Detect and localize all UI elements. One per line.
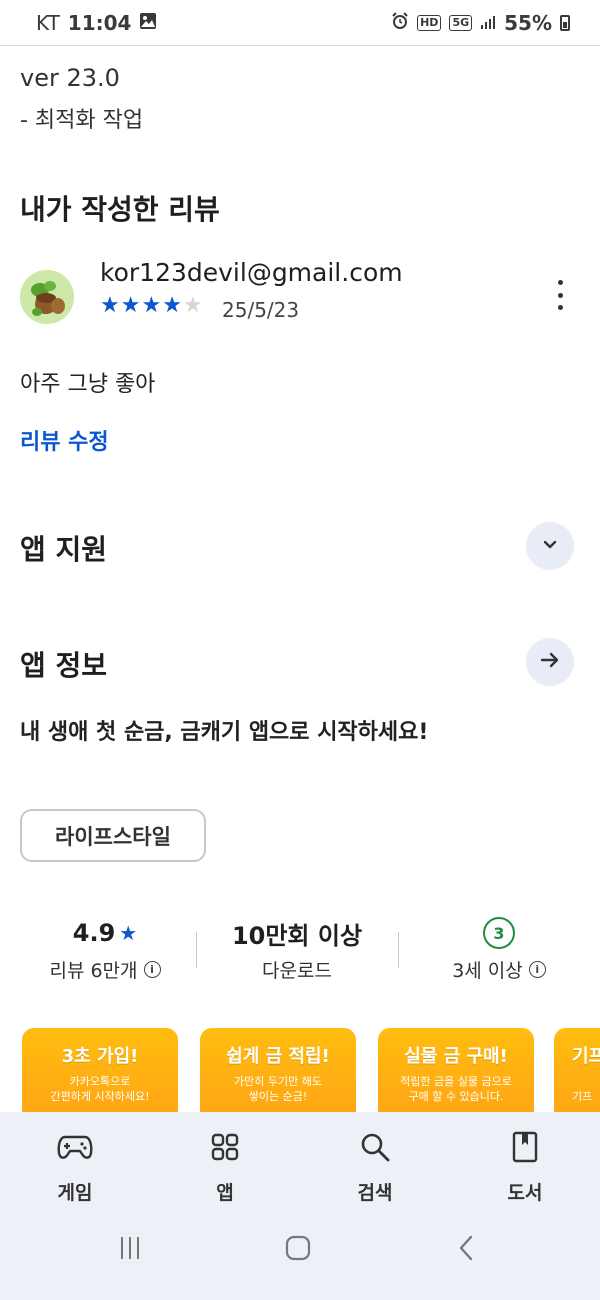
reviewer-email: kor123devil@gmail.com	[100, 258, 403, 287]
back-button[interactable]	[446, 1230, 486, 1270]
screenshot-caption: 간편하게 시작하세요!	[50, 1090, 150, 1103]
recent-apps-button[interactable]	[110, 1230, 150, 1270]
screenshot-caption: 적립한 금을 실물 금으로	[400, 1075, 512, 1088]
status-bar: KT 11:04 HD 5G 55%	[0, 0, 600, 46]
star-filled-icon: ★	[120, 293, 142, 318]
star-filled-icon: ★	[162, 293, 183, 318]
screenshot-caption: 카카오톡으로	[69, 1075, 131, 1088]
bottom-navigation: 게임 앱 검색 도서	[0, 1112, 600, 1300]
app-support-heading: 앱 지원	[20, 533, 108, 566]
arrow-right-icon	[539, 649, 561, 675]
5g-icon: 5G	[449, 14, 473, 31]
downloads-stat: 10만회 이상 다운로드	[202, 916, 392, 983]
battery-icon	[560, 14, 570, 31]
more-options-icon[interactable]	[546, 280, 574, 310]
book-icon	[511, 1131, 539, 1167]
age-rating-stat[interactable]: 3 3세 이상 i	[404, 916, 594, 983]
star-filled-icon: ★	[141, 293, 163, 318]
home-icon	[284, 1234, 312, 1266]
screenshot-caption: 쌓이는 순금!	[248, 1090, 308, 1103]
star-empty-icon: ★	[182, 293, 204, 318]
battery-percent: 55%	[504, 10, 552, 35]
home-button[interactable]	[278, 1230, 318, 1270]
my-review-heading: 내가 작성한 리뷰	[20, 193, 220, 226]
avatar[interactable]	[20, 270, 74, 324]
screenshot-caption: 기프	[572, 1090, 593, 1103]
downloads-value: 10만회 이상	[231, 921, 363, 950]
age-rating-label: 3세 이상	[452, 960, 523, 982]
nav-apps-label: 앱	[216, 1182, 234, 1204]
nav-search[interactable]: 검색	[320, 1130, 430, 1205]
back-chevron-icon	[456, 1234, 476, 1266]
screenshot-title: 3초 가입!	[61, 1046, 139, 1067]
rating-value: 4.9	[72, 919, 116, 947]
rating-stat[interactable]: 4.9 ★ 리뷰 6만개 i	[10, 916, 200, 983]
alarm-icon	[391, 11, 409, 35]
version-note: - 최적화 작업	[20, 108, 144, 133]
category-chip[interactable]: 라이프스타일	[20, 809, 206, 862]
info-icon: i	[143, 961, 161, 978]
recent-apps-icon	[117, 1235, 143, 1265]
screenshot-caption: 가만히 두기만 해도	[234, 1075, 322, 1088]
clock: 11:04	[67, 10, 132, 35]
info-icon: i	[528, 961, 546, 978]
app-info-heading: 앱 정보	[20, 649, 108, 682]
app-tagline: 내 생애 첫 순금, 금캐기 앱으로 시작하세요!	[20, 720, 429, 745]
stat-divider	[398, 932, 399, 968]
screenshot-title: 실물 금 구매!	[404, 1046, 508, 1067]
signal-icon	[480, 11, 496, 35]
gallery-notification-icon	[139, 11, 157, 35]
review-text: 아주 그냥 좋아	[20, 372, 156, 397]
apps-grid-icon	[211, 1133, 239, 1165]
nav-apps[interactable]: 앱	[170, 1130, 280, 1205]
nav-search-label: 검색	[357, 1182, 393, 1204]
star-icon: ★	[119, 921, 138, 945]
nav-games-label: 게임	[57, 1182, 93, 1204]
chevron-down-icon	[541, 535, 559, 557]
nav-books-label: 도서	[507, 1182, 543, 1204]
edit-review-link[interactable]: 리뷰 수정	[20, 424, 109, 456]
screenshot-title: 쉽게 금 적립!	[226, 1046, 330, 1067]
nav-books[interactable]: 도서	[470, 1130, 580, 1205]
screenshot-caption: 구매 할 수 있습니다.	[408, 1090, 504, 1103]
hd-voice-icon: HD	[417, 14, 442, 31]
stat-divider	[196, 932, 197, 968]
review-star-rating: ★★★★★	[100, 293, 204, 318]
search-icon	[360, 1132, 390, 1166]
downloads-label: 다운로드	[262, 960, 332, 982]
gamepad-icon	[57, 1133, 93, 1165]
version-label: ver 23.0	[20, 64, 120, 92]
carrier-label: KT	[36, 10, 60, 35]
app-info-button[interactable]	[526, 638, 574, 686]
app-support-expand-button[interactable]	[526, 522, 574, 570]
screenshot-title: 기프	[572, 1046, 600, 1067]
rating-count-label: 리뷰 6만개	[49, 960, 138, 982]
review-date: 25/5/23	[222, 298, 300, 322]
nav-games[interactable]: 게임	[20, 1130, 130, 1205]
age-rating-badge: 3	[483, 917, 515, 949]
star-filled-icon: ★	[100, 293, 121, 318]
